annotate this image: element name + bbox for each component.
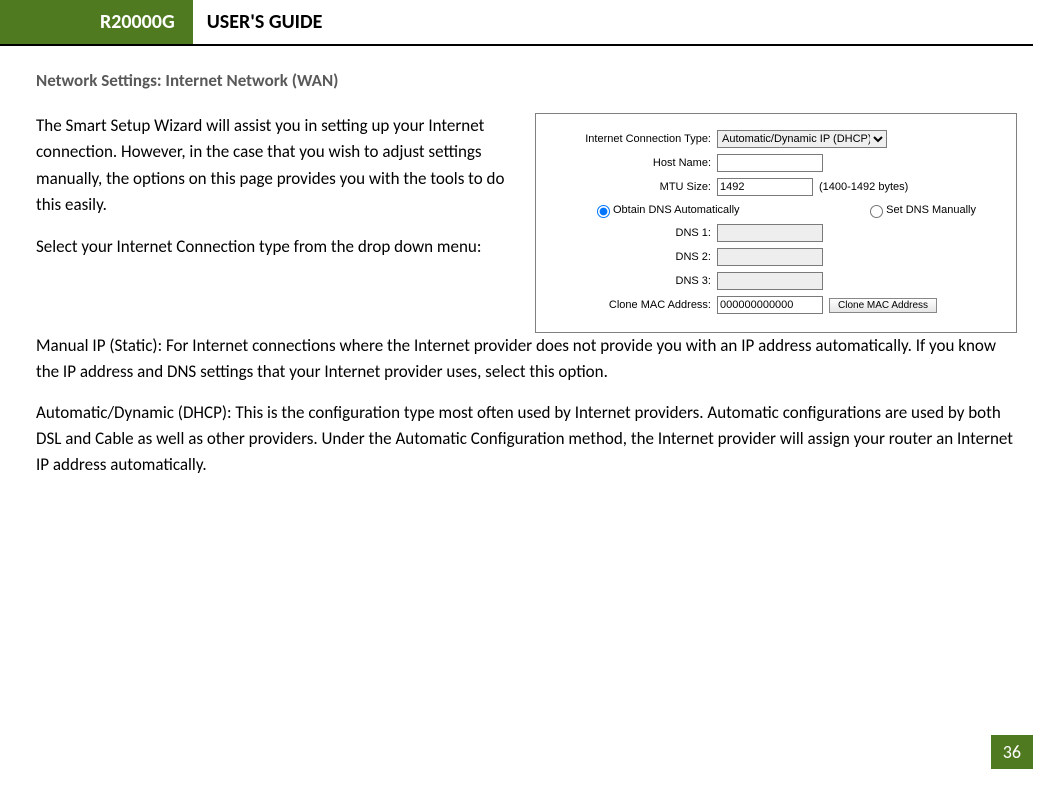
clone-mac-button[interactable]: Clone MAC Address — [829, 298, 937, 313]
row-dns1: DNS 1: — [546, 224, 1006, 242]
label-dns3: DNS 3: — [546, 275, 717, 287]
label-mtu: MTU Size: — [546, 181, 717, 193]
obtain-dns-radio[interactable] — [597, 205, 610, 218]
set-dns-radio[interactable] — [870, 205, 883, 218]
wan-settings-panel: Internet Connection Type: Automatic/Dyna… — [535, 113, 1017, 333]
row-dns2: DNS 2: — [546, 248, 1006, 266]
page-header: R20000G USER'S GUIDE — [0, 0, 1033, 46]
mtu-note: (1400-1492 bytes) — [819, 181, 908, 193]
label-dns1: DNS 1: — [546, 227, 717, 239]
body-paragraph-dhcp: Automatic/Dynamic (DHCP): This is the co… — [36, 400, 1017, 479]
mtu-input[interactable] — [717, 178, 813, 196]
intro-paragraph-1: The Smart Setup Wizard will assist you i… — [36, 113, 517, 218]
row-host-name: Host Name: — [546, 154, 1006, 172]
dns2-input[interactable] — [717, 248, 823, 266]
row-dns-mode: Obtain DNS Automatically Set DNS Manuall… — [546, 202, 1006, 218]
label-obtain-dns: Obtain DNS Automatically — [613, 204, 740, 216]
body-paragraph-manual-ip: Manual IP (Static): For Internet connect… — [36, 333, 1017, 386]
label-connection-type: Internet Connection Type: — [546, 133, 717, 145]
page-content: Network Settings: Internet Network (WAN)… — [0, 46, 1053, 479]
intro-and-panel-row: The Smart Setup Wizard will assist you i… — [36, 113, 1017, 333]
intro-paragraph-2: Select your Internet Connection type fro… — [36, 234, 517, 260]
label-clone-mac: Clone MAC Address: — [546, 299, 717, 311]
dns3-input[interactable] — [717, 272, 823, 290]
dns1-input[interactable] — [717, 224, 823, 242]
clone-mac-input[interactable] — [717, 296, 823, 314]
host-name-input[interactable] — [717, 154, 823, 172]
body-text: Manual IP (Static): For Internet connect… — [36, 333, 1017, 479]
label-dns2: DNS 2: — [546, 251, 717, 263]
section-title: Network Settings: Internet Network (WAN) — [36, 70, 1017, 91]
intro-column: The Smart Setup Wizard will assist you i… — [36, 113, 517, 277]
page-number-badge: 36 — [991, 735, 1033, 769]
label-host-name: Host Name: — [546, 157, 717, 169]
label-set-dns: Set DNS Manually — [886, 204, 976, 216]
guide-title: USER'S GUIDE — [193, 0, 323, 44]
row-clone-mac: Clone MAC Address: Clone MAC Address — [546, 296, 1006, 314]
row-connection-type: Internet Connection Type: Automatic/Dyna… — [546, 130, 1006, 148]
connection-type-select[interactable]: Automatic/Dynamic IP (DHCP) — [717, 130, 887, 148]
row-dns3: DNS 3: — [546, 272, 1006, 290]
row-mtu: MTU Size: (1400-1492 bytes) — [546, 178, 1006, 196]
model-badge: R20000G — [0, 0, 193, 44]
